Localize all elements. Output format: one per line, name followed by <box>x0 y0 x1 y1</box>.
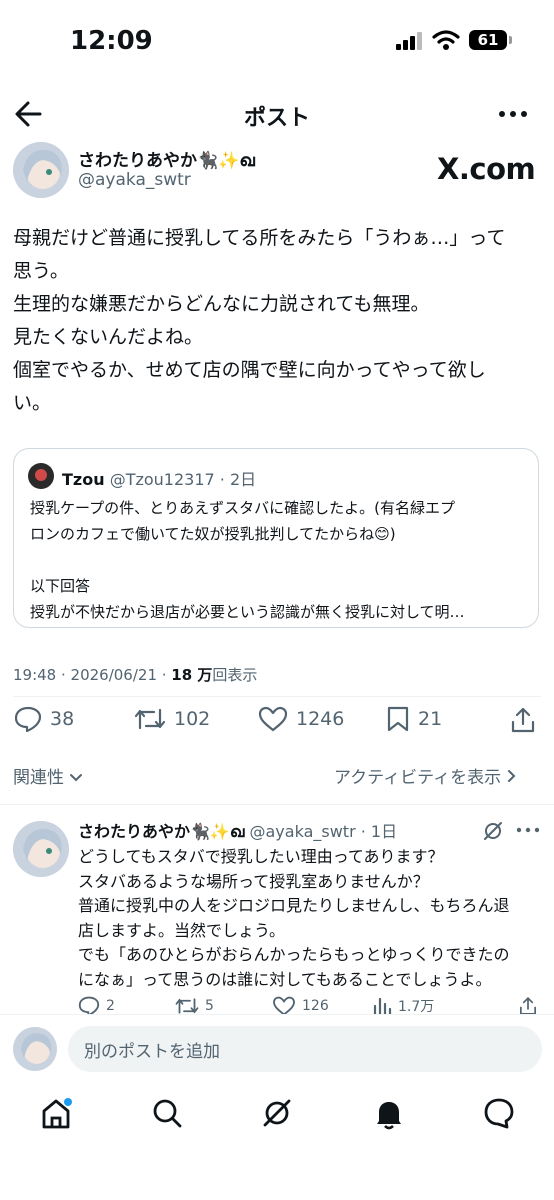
reply-line: になぁ」って思うのは誰に対してもあることでしょうよ。 <box>78 969 492 989</box>
analytics-icon <box>373 997 392 1016</box>
reply-more-icon[interactable] <box>516 826 540 834</box>
reply-like-count: 126 <box>302 998 329 1014</box>
post-line: 母親だけど普通に授乳してる所をみたら「うわぁ…」って <box>13 227 506 249</box>
grok-tab-icon[interactable] <box>261 1097 293 1129</box>
more-options-icon[interactable] <box>498 104 528 124</box>
author-handle[interactable]: @ayaka_swtr <box>78 170 191 190</box>
quote-line <box>30 547 524 573</box>
repost-icon <box>175 998 199 1014</box>
quote-avatar <box>28 463 54 489</box>
post-body: 母親だけど普通に授乳してる所をみたら「うわぁ…」って 思う。 生理的な嫌悪だから… <box>13 222 543 420</box>
author-name[interactable]: さわたりあやか🐈‍⬛✨ഖ <box>78 146 255 171</box>
status-time: 12:09 <box>70 26 153 56</box>
bookmark-button[interactable]: 21 <box>386 706 442 732</box>
repost-icon <box>134 708 166 730</box>
reply-header: さわたりあやか🐈‍⬛✨ഖ @ayaka_swtr · 1日 <box>78 818 397 842</box>
quote-line: 以下回答 <box>30 577 91 595</box>
reply-button[interactable]: 38 <box>14 706 74 732</box>
grok-icon[interactable] <box>482 820 504 842</box>
heart-icon <box>273 996 295 1016</box>
reply-body: どうしてもスタバで授乳したい理由ってあります？ スタバあるような場所って授乳室あ… <box>78 845 548 993</box>
reply-like-button[interactable]: 126 <box>272 996 329 1016</box>
home-icon[interactable] <box>40 1097 72 1131</box>
reply-author-name[interactable]: さわたりあやか🐈‍⬛✨ഖ <box>78 822 244 841</box>
share-icon[interactable] <box>510 706 536 734</box>
quote-line: ロンのカフェで働いてた奴が授乳批判してたからね😊) <box>30 525 396 543</box>
reply-view-count: 1.7万 <box>398 999 435 1015</box>
share-icon[interactable] <box>518 996 538 1016</box>
divider <box>13 696 541 697</box>
view-count-label: 回表示 <box>212 666 258 684</box>
reply-line: どうしてもスタバで授乳したい理由ってあります？ <box>78 847 444 866</box>
chevron-right-icon <box>507 770 515 782</box>
heart-icon <box>258 706 288 732</box>
quote-line: 授乳が不快だから退店が必要という認識が無く授乳に対して明… <box>30 603 465 621</box>
show-activity-link[interactable]: アクティビティを表示 <box>334 763 517 788</box>
reply-line: 店しますよ。当然でしょう。 <box>78 920 286 940</box>
reply-line: でも「あのひとらがおらんかったらもっとゆっくりできたの <box>78 945 510 965</box>
view-count: 18 万 <box>171 666 213 684</box>
author-avatar[interactable] <box>13 142 69 198</box>
add-post-input[interactable]: 別のポストを追加 <box>68 1026 542 1072</box>
sort-label: 関連性 <box>13 768 64 788</box>
messages-icon[interactable] <box>483 1097 515 1129</box>
post-meta: 19:48 · 2026/06/21 · 18 万回表示 <box>13 664 257 685</box>
reply-author-avatar[interactable] <box>13 821 69 877</box>
divider <box>0 804 554 805</box>
x-com-watermark: X.com <box>437 152 536 186</box>
quote-handle: @Tzou12317 <box>109 470 215 489</box>
reply-reply-count: 2 <box>106 998 115 1014</box>
chevron-down-icon <box>70 774 83 782</box>
reply-line: 普通に授乳中の人をジロジロ見たりしませんし、もちろん退 <box>78 896 510 916</box>
quote-time: · 2日 <box>219 470 257 489</box>
quote-header: Tzou @Tzou12317 · 2日 <box>62 466 256 490</box>
reply-reply-button[interactable]: 2 <box>78 996 115 1016</box>
reply-icon <box>78 996 100 1016</box>
battery-indicator: 61 <box>469 30 507 50</box>
bookmark-icon <box>387 706 409 732</box>
reply-repost-count: 5 <box>205 998 214 1014</box>
reply-handle[interactable]: @ayaka_swtr <box>250 822 356 841</box>
cellular-signal-icon <box>396 32 422 50</box>
post-line: 見たくないんだよね。 <box>13 326 204 348</box>
page-title: ポスト <box>243 106 310 131</box>
activity-label: アクティビティを表示 <box>334 768 502 788</box>
quote-author-name: Tzou <box>62 470 105 489</box>
reply-icon <box>14 706 42 732</box>
post-line: 生理的な嫌悪だからどんなに力説されても無理。 <box>13 293 430 315</box>
post-line: 思う。 <box>13 260 69 282</box>
post-line: 個室でやるか、せめて店の隅で壁に向かってやって欲し <box>13 359 486 381</box>
repost-count: 102 <box>174 708 211 730</box>
search-icon[interactable] <box>151 1097 183 1129</box>
like-button[interactable]: 1246 <box>258 706 344 732</box>
reply-time: · 1日 <box>360 822 398 841</box>
reply-count: 38 <box>50 708 75 730</box>
reply-views-button[interactable]: 1.7万 <box>372 996 434 1016</box>
quoted-post[interactable]: Tzou @Tzou12317 · 2日 授乳ケープの件、とりあえずスタバに確認… <box>13 448 539 628</box>
reply-line: スタバあるような場所って授乳室ありませんか？ <box>78 871 429 891</box>
composer-avatar <box>13 1027 57 1071</box>
like-count: 1246 <box>296 708 345 730</box>
post-datetime: 19:48 · 2026/06/21 · <box>13 666 172 684</box>
sort-relevance-dropdown[interactable]: 関連性 <box>13 763 83 788</box>
battery-cap <box>509 36 512 44</box>
quote-line: 授乳ケープの件、とりあえずスタバに確認したよ。(有名緑エプ <box>30 499 455 517</box>
bookmark-count: 21 <box>418 708 443 730</box>
post-line: い。 <box>13 392 52 414</box>
reply-repost-button[interactable]: 5 <box>175 996 214 1016</box>
quote-body: 授乳ケープの件、とりあえずスタバに確認したよ。(有名緑エプ ロンのカフェで働いて… <box>30 495 524 625</box>
wifi-icon <box>432 30 460 50</box>
notifications-icon[interactable] <box>373 1097 405 1131</box>
repost-button[interactable]: 102 <box>134 706 210 732</box>
